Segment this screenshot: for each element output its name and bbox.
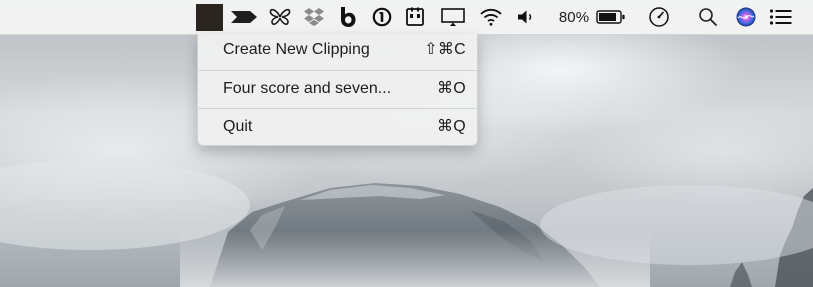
speedometer-icon[interactable] [645, 0, 673, 34]
list-icon[interactable] [766, 0, 796, 34]
b-icon[interactable] [336, 0, 360, 34]
menu-item-quit[interactable]: Quit ⌘Q [198, 113, 477, 141]
menu-item-clipping[interactable]: Four score and seven... ⌘O [198, 75, 477, 103]
menu-item-shortcut: ⌘O [436, 80, 466, 97]
1password-icon[interactable] [370, 0, 394, 34]
menu-item-shortcut: ⇧⌘C [424, 41, 466, 58]
search-icon[interactable] [695, 0, 721, 34]
butterfly-icon[interactable] [266, 0, 294, 34]
battery-icon[interactable] [594, 0, 628, 34]
dropdown-menu: Create New Clipping ⇧⌘C Four score and s… [197, 34, 478, 146]
menu-item-label: Quit [223, 118, 253, 135]
menu-item-label: Create New Clipping [223, 41, 370, 58]
menu-item-create-new-clipping[interactable]: Create New Clipping ⇧⌘C [198, 36, 477, 64]
battery-percentage[interactable]: 80% [554, 0, 594, 34]
wifi-icon[interactable] [477, 0, 505, 34]
volume-icon[interactable] [514, 0, 538, 34]
menu-item-shortcut: ⌘Q [436, 118, 466, 135]
dropbox-icon[interactable] [300, 0, 328, 34]
double-arrow-icon[interactable] [228, 0, 260, 34]
menu-separator [198, 70, 477, 71]
active-app-icon[interactable] [196, 4, 223, 31]
menu-separator [198, 108, 477, 109]
siri-icon[interactable] [733, 0, 759, 34]
menu-bar: 80% [0, 0, 813, 35]
menu-item-label: Four score and seven... [223, 80, 392, 97]
display-icon[interactable] [438, 0, 468, 34]
calendar-icon[interactable] [403, 0, 427, 34]
